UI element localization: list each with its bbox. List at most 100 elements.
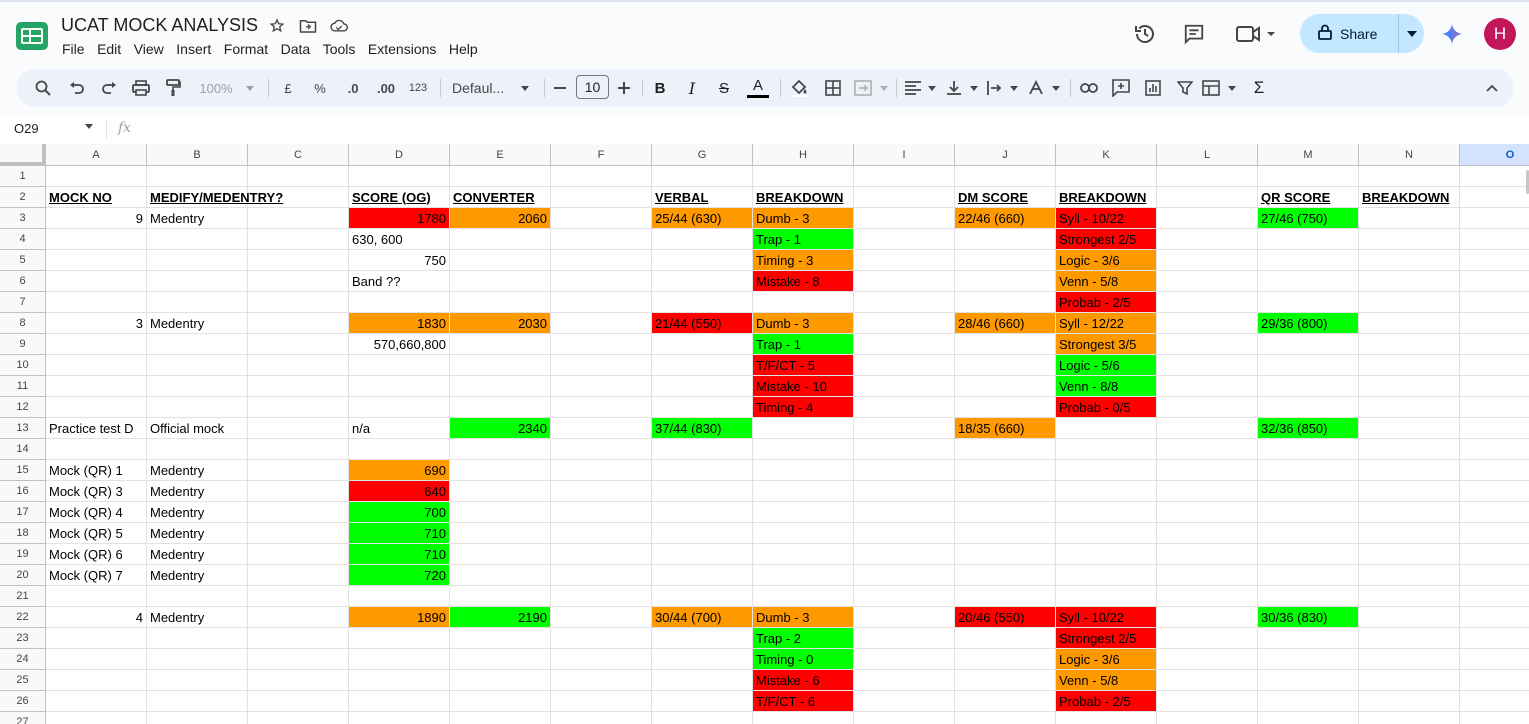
cell-j21[interactable]: [955, 586, 1056, 607]
menu-format[interactable]: Format: [224, 41, 268, 57]
cell-c11[interactable]: [248, 376, 349, 397]
cell-o6[interactable]: [1460, 271, 1529, 292]
font-size-input[interactable]: 10: [576, 75, 609, 99]
cell-f9[interactable]: [551, 334, 652, 355]
column-header-l[interactable]: L: [1157, 144, 1258, 166]
cell-g15[interactable]: [652, 460, 753, 481]
cell-e4[interactable]: [450, 229, 551, 250]
cell-c17[interactable]: [248, 502, 349, 523]
decrease-font-size-button[interactable]: [552, 69, 568, 107]
cell-k21[interactable]: [1056, 586, 1157, 607]
cell-f7[interactable]: [551, 292, 652, 313]
cell-e8[interactable]: 2030: [450, 313, 551, 334]
print-icon[interactable]: [130, 69, 152, 107]
cell-n4[interactable]: [1359, 229, 1460, 250]
cell-g26[interactable]: [652, 691, 753, 712]
cell-g19[interactable]: [652, 544, 753, 565]
cell-a22[interactable]: 4: [46, 607, 147, 628]
cell-o12[interactable]: [1460, 397, 1529, 418]
cell-e6[interactable]: [450, 271, 551, 292]
fill-color-icon[interactable]: [788, 69, 810, 107]
row-header-7[interactable]: 7: [0, 292, 46, 313]
cell-m12[interactable]: [1258, 397, 1359, 418]
avatar[interactable]: H: [1484, 18, 1516, 50]
cell-o9[interactable]: [1460, 334, 1529, 355]
cell-e17[interactable]: [450, 502, 551, 523]
cell-e12[interactable]: [450, 397, 551, 418]
cell-m25[interactable]: [1258, 670, 1359, 691]
cell-n1[interactable]: [1359, 166, 1460, 187]
column-header-c[interactable]: C: [248, 144, 349, 166]
cell-j22[interactable]: 20/46 (550): [955, 607, 1056, 628]
cell-n21[interactable]: [1359, 586, 1460, 607]
cell-m22[interactable]: 30/36 (830): [1258, 607, 1359, 628]
cell-e16[interactable]: [450, 481, 551, 502]
cell-a17[interactable]: Mock (QR) 4: [46, 502, 147, 523]
cell-e11[interactable]: [450, 376, 551, 397]
cell-f6[interactable]: [551, 271, 652, 292]
filter-icon[interactable]: [1174, 69, 1196, 107]
cell-a13[interactable]: Practice test D: [46, 418, 147, 439]
cell-d11[interactable]: [349, 376, 450, 397]
cell-d19[interactable]: 710: [349, 544, 450, 565]
cell-h18[interactable]: [753, 523, 854, 544]
cell-h13[interactable]: [753, 418, 854, 439]
cell-i22[interactable]: [854, 607, 955, 628]
cell-g18[interactable]: [652, 523, 753, 544]
cell-k24[interactable]: Logic - 3/6: [1056, 649, 1157, 670]
cell-j2[interactable]: DM SCORE: [955, 187, 1056, 208]
cell-m16[interactable]: [1258, 481, 1359, 502]
paint-format-icon[interactable]: [162, 69, 184, 107]
menu-insert[interactable]: Insert: [176, 41, 211, 57]
cell-i1[interactable]: [854, 166, 955, 187]
cell-j12[interactable]: [955, 397, 1056, 418]
menu-file[interactable]: File: [62, 41, 85, 57]
cell-o16[interactable]: [1460, 481, 1529, 502]
menu-view[interactable]: View: [134, 41, 164, 57]
cell-e26[interactable]: [450, 691, 551, 712]
cell-l9[interactable]: [1157, 334, 1258, 355]
cell-a15[interactable]: Mock (QR) 1: [46, 460, 147, 481]
cell-n15[interactable]: [1359, 460, 1460, 481]
version-history-icon[interactable]: [1133, 22, 1157, 51]
cell-c14[interactable]: [248, 439, 349, 460]
cell-a12[interactable]: [46, 397, 147, 418]
cell-m24[interactable]: [1258, 649, 1359, 670]
cell-f1[interactable]: [551, 166, 652, 187]
column-header-h[interactable]: H: [753, 144, 854, 166]
cell-h23[interactable]: Trap - 2: [753, 628, 854, 649]
collapse-menus-icon[interactable]: [1482, 69, 1502, 107]
cell-n23[interactable]: [1359, 628, 1460, 649]
cell-o13[interactable]: [1460, 418, 1529, 439]
cell-c25[interactable]: [248, 670, 349, 691]
cell-m20[interactable]: [1258, 565, 1359, 586]
cell-e14[interactable]: [450, 439, 551, 460]
cell-a2[interactable]: MOCK NO: [46, 187, 147, 208]
cell-b26[interactable]: [147, 691, 248, 712]
cell-a11[interactable]: [46, 376, 147, 397]
cell-n3[interactable]: [1359, 208, 1460, 229]
cell-b17[interactable]: Medentry: [147, 502, 248, 523]
cell-a10[interactable]: [46, 355, 147, 376]
comments-icon[interactable]: [1183, 23, 1205, 50]
row-header-19[interactable]: 19: [0, 544, 46, 565]
cell-a1[interactable]: [46, 166, 147, 187]
cell-g21[interactable]: [652, 586, 753, 607]
cell-h24[interactable]: Timing - 0: [753, 649, 854, 670]
cell-d17[interactable]: 700: [349, 502, 450, 523]
cell-i23[interactable]: [854, 628, 955, 649]
cell-l16[interactable]: [1157, 481, 1258, 502]
functions-button[interactable]: Σ: [1248, 69, 1270, 107]
cell-k11[interactable]: Venn - 8/8: [1056, 376, 1157, 397]
cell-g23[interactable]: [652, 628, 753, 649]
percent-format-button[interactable]: %: [310, 69, 330, 107]
cell-n5[interactable]: [1359, 250, 1460, 271]
cell-l14[interactable]: [1157, 439, 1258, 460]
cell-o21[interactable]: [1460, 586, 1529, 607]
cell-c19[interactable]: [248, 544, 349, 565]
cell-m27[interactable]: [1258, 712, 1359, 724]
cell-b13[interactable]: Official mock: [147, 418, 248, 439]
row-header-26[interactable]: 26: [0, 691, 46, 712]
cell-b24[interactable]: [147, 649, 248, 670]
row-header-2[interactable]: 2: [0, 187, 46, 208]
